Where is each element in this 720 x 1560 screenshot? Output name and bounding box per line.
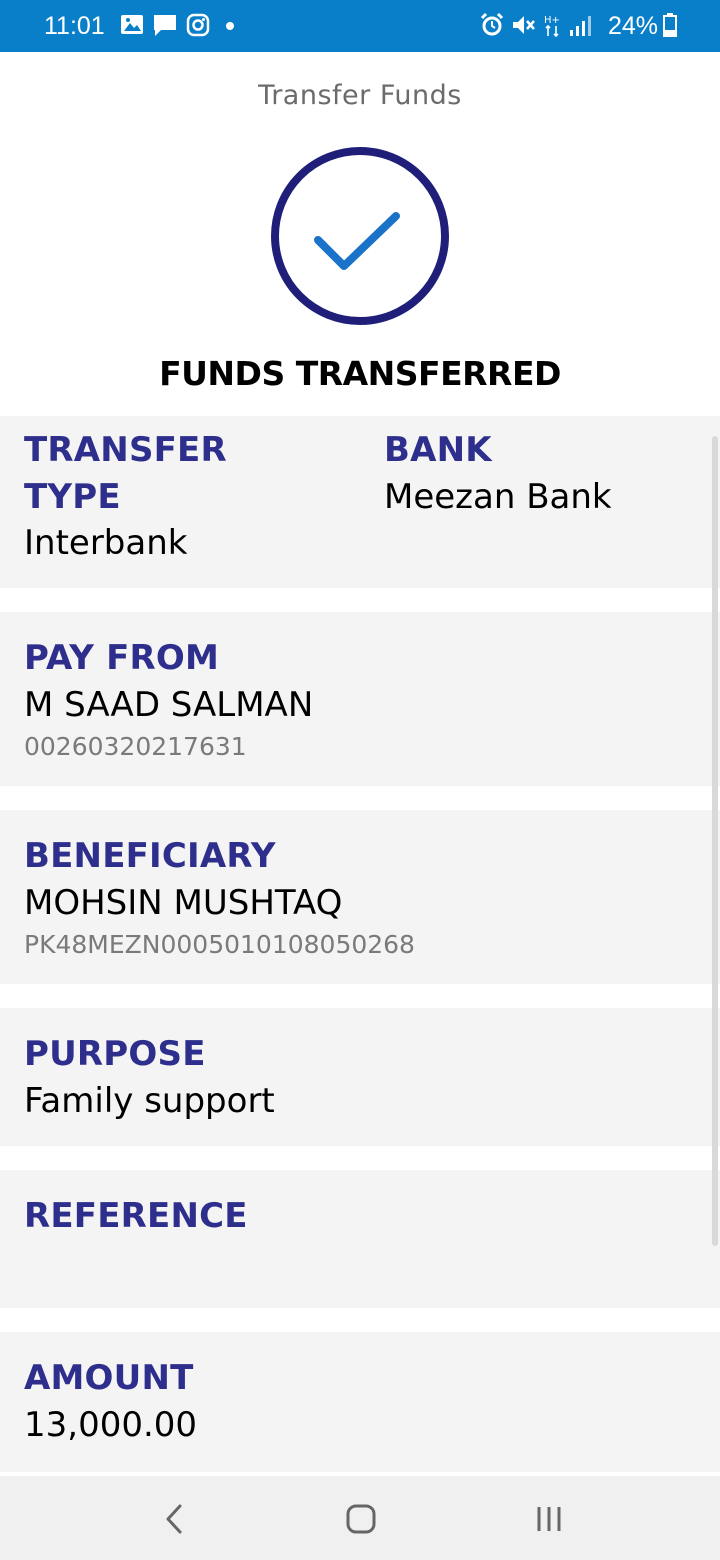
check-circle-icon [271,147,449,325]
pay-from-label: PAY FROM [24,638,220,678]
navigation-bar [0,1476,720,1560]
amount-label: AMOUNT [24,1358,194,1398]
page-title: Transfer Funds [258,80,462,111]
bank-label: BANK [384,430,492,470]
transfer-type-label: TRANSFER TYPE [24,430,227,517]
network-h-plus-icon: H+ [544,15,560,38]
beneficiary-label: BENEFICIARY [24,836,276,876]
pay-from-account: 00260320217631 [24,732,247,761]
battery-percent: 24% [607,12,658,40]
dot-icon [226,22,234,30]
recents-icon[interactable] [532,1502,566,1536]
gallery-icon [121,15,143,34]
message-icon [154,15,176,36]
beneficiary-account: PK48MEZN0005010108050268 [24,930,415,959]
purpose-card: PURPOSE Family support [0,1008,720,1146]
battery-icon [663,13,677,37]
purpose-value: Family support [24,1081,275,1121]
mute-icon [513,16,535,34]
signal-icon [570,16,591,36]
purpose-label: PURPOSE [24,1034,206,1074]
transfer-status-heading: FUNDS TRANSFERRED [159,354,561,393]
alarm-icon [480,12,504,36]
pay-from-name: M SAAD SALMAN [24,685,314,725]
amount-value: 13,000.00 [24,1405,198,1445]
scrollbar[interactable] [712,436,718,1246]
reference-card: REFERENCE [0,1170,720,1308]
home-icon[interactable] [344,1502,378,1536]
beneficiary-name: MOHSIN MUSHTAQ [24,883,343,923]
back-icon[interactable] [160,1502,190,1536]
instagram-icon [186,13,210,37]
pay-from-card: PAY FROM M SAAD SALMAN 00260320217631 [0,612,720,786]
status-bar: 11:01 H+ 24% [0,0,720,52]
transfer-type-value: Interbank [24,523,188,563]
svg-text:H+: H+ [544,15,560,26]
status-time: 11:01 [44,12,105,40]
transfer-type-bank-card: TRANSFER TYPE Interbank BANK Meezan Bank [0,416,720,588]
reference-label: REFERENCE [24,1196,248,1236]
bank-value: Meezan Bank [384,477,612,517]
amount-card: AMOUNT 13,000.00 [0,1332,720,1472]
beneficiary-card: BENEFICIARY MOHSIN MUSHTAQ PK48MEZN00050… [0,810,720,984]
